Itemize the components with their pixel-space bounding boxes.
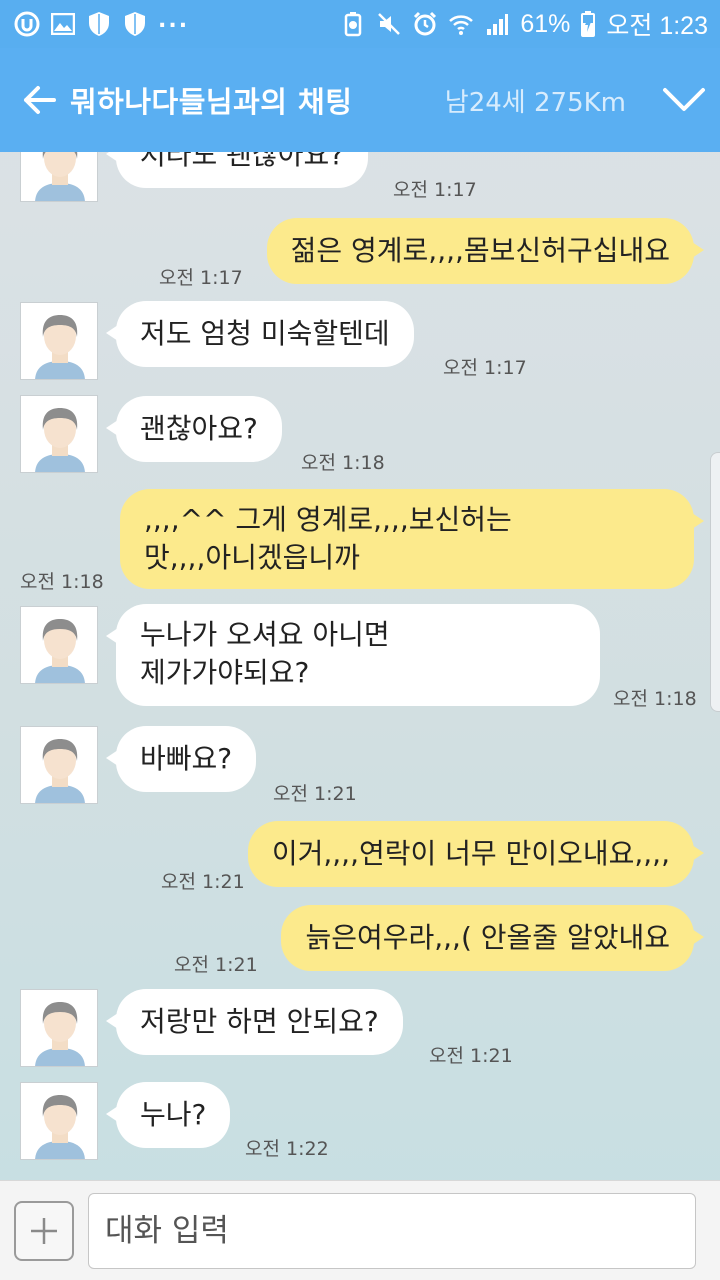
message-time: 오전 1:17 [443, 357, 527, 379]
chat-header: 뭐하나다들님과의 채팅 남24세 275Km [0, 48, 720, 152]
message-input[interactable] [88, 1193, 696, 1269]
more-notifications-indicator: ... [158, 7, 190, 33]
shield-icon [86, 11, 112, 37]
avatar[interactable] [20, 989, 98, 1067]
message-bubble-incoming: 저라도 괜찮아요? [105, 152, 369, 188]
message-time: 오전 1:18 [20, 571, 104, 593]
default-avatar-icon [21, 396, 97, 472]
avatar[interactable] [20, 726, 98, 804]
message-bubble-outgoing: ,,,,^^ 그게 영계로,,,,보신허는 맛,,,,아니겠읍니까 [120, 489, 704, 589]
signal-icon [484, 11, 510, 37]
avatar[interactable] [20, 606, 98, 684]
input-bar [0, 1180, 720, 1280]
avatar[interactable] [20, 1082, 98, 1160]
mute-icon [376, 11, 402, 37]
message-bubble-incoming: 바빠요? [105, 726, 257, 792]
chat-messages[interactable]: 저라도 괜찮아요? 오전 1:17 젊은 영계로,,,,몸보신허구십내요 오전 … [0, 152, 720, 1180]
message-time: 오전 1:22 [245, 1138, 329, 1160]
battery-charging-icon [580, 11, 596, 37]
collapse-button[interactable] [648, 48, 720, 152]
default-avatar-icon [21, 990, 97, 1066]
message-time: 오전 1:21 [273, 783, 357, 805]
avatar[interactable] [20, 302, 98, 380]
scroll-handle[interactable] [710, 452, 720, 712]
partner-info: 남24세 275Km [444, 87, 626, 118]
message-bubble-outgoing: 늙은여우라,,,( 안올줄 알았내요 [281, 905, 704, 971]
clock: 오전 1:23 [606, 12, 708, 40]
message-bubble-incoming: 누나가 오셔요 아니면 제가가야되요? [106, 604, 600, 706]
wifi-icon [448, 11, 474, 37]
default-avatar-icon [21, 303, 97, 379]
message-time: 오전 1:21 [174, 954, 258, 976]
chevron-down-icon [663, 88, 705, 111]
battery-saver-icon [340, 11, 366, 37]
image-icon [50, 11, 76, 37]
default-avatar-icon [21, 152, 97, 201]
message-time: 오전 1:17 [393, 179, 477, 201]
plus-icon [31, 1218, 57, 1244]
attach-button[interactable] [14, 1201, 74, 1261]
message-bubble-incoming: 저도 엄청 미숙할텐데 [106, 301, 414, 367]
back-button[interactable] [0, 48, 70, 152]
message-time: 오전 1:21 [161, 871, 245, 893]
battery-percent: 61% [520, 9, 571, 38]
alarm-icon [412, 11, 438, 37]
message-time: 오전 1:18 [613, 688, 697, 710]
default-avatar-icon [21, 1083, 97, 1159]
shield-icon [122, 11, 148, 37]
message-time: 오전 1:17 [159, 267, 243, 289]
message-bubble-outgoing: 젊은 영계로,,,,몸보신허구십내요 [266, 218, 705, 284]
status-bar: ... 61% 오전 1:23 [0, 0, 720, 48]
avatar[interactable] [20, 395, 98, 473]
message-bubble-incoming: 누나? [105, 1082, 231, 1148]
default-avatar-icon [21, 727, 97, 803]
message-bubble-outgoing: 이거,,,,연락이 너무 만이오내요,,,, [247, 821, 705, 887]
avatar[interactable] [20, 152, 98, 202]
chat-title: 뭐하나다들님과의 채팅 [70, 85, 353, 119]
default-avatar-icon [21, 607, 97, 683]
back-arrow-icon [24, 86, 56, 114]
app-notification-icon [14, 11, 40, 37]
message-time: 오전 1:21 [429, 1045, 513, 1067]
message-bubble-incoming: 괜찮아요? [106, 396, 282, 462]
message-time: 오전 1:18 [301, 452, 385, 474]
message-bubble-incoming: 저랑만 하면 안되요? [106, 989, 403, 1055]
